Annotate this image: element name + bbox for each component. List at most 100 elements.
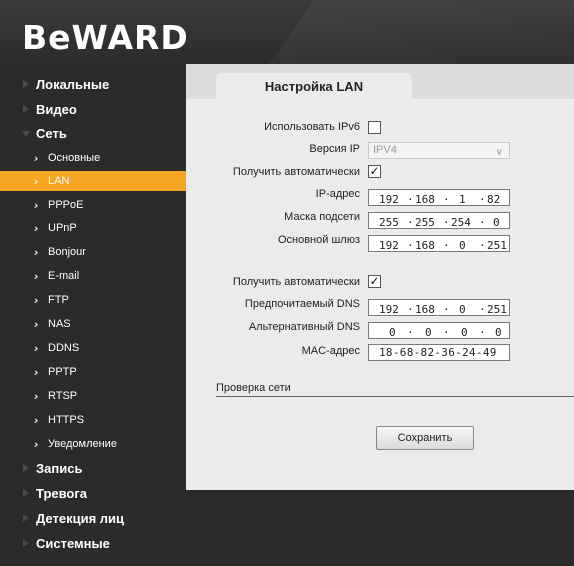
- ip-version-select[interactable]: IPV4 ∨: [368, 142, 510, 159]
- sidebar-subitem-pppoe[interactable]: › PPPoE: [0, 195, 186, 215]
- expanded-arrow-icon: [22, 131, 30, 137]
- octet-separator: ·: [479, 239, 486, 252]
- ip-version-label: Версия IP: [309, 143, 360, 155]
- use-ipv6-label: Использовать IPv6: [264, 121, 360, 133]
- sidebar-item-label: FTP: [48, 294, 69, 306]
- octet: 255: [415, 216, 435, 229]
- octet-separator: ·: [443, 303, 450, 316]
- octet-separator: ·: [479, 303, 486, 316]
- octet-separator: ·: [407, 303, 414, 316]
- sidebar-item-label: Видео: [36, 101, 77, 117]
- collapsed-arrow-icon: [23, 539, 29, 547]
- octet-separator: ·: [443, 216, 450, 229]
- alternate-dns-label: Альтернативный DNS: [248, 321, 360, 333]
- preferred-dns-input[interactable]: 192 · 168 · 0 · 251: [368, 299, 510, 316]
- octet: 0: [493, 216, 500, 229]
- octet-separator: ·: [443, 326, 450, 339]
- sidebar-item-label: Основные: [48, 152, 101, 164]
- sidebar-subitem-https[interactable]: › HTTPS: [0, 410, 186, 430]
- preferred-dns-label: Предпочитаемый DNS: [244, 298, 360, 310]
- sidebar-item-label: Уведомление: [48, 438, 117, 450]
- divider: [216, 396, 574, 397]
- octet-separator: ·: [443, 193, 450, 206]
- auto-ip-checkbox[interactable]: ✓: [368, 165, 381, 178]
- sidebar-item-label: UPnP: [48, 222, 77, 234]
- octet-separator: ·: [407, 326, 414, 339]
- chevron-down-icon: ∨: [495, 147, 503, 158]
- auto-ip-label: Получить автоматически: [232, 166, 360, 178]
- sidebar-item-system[interactable]: Системные: [0, 533, 186, 553]
- chevron-right-icon: ›: [34, 199, 39, 212]
- collapsed-arrow-icon: [23, 105, 29, 113]
- sidebar-item-label: RTSP: [48, 390, 78, 402]
- sidebar-item-local[interactable]: Локальные: [0, 74, 186, 94]
- subnet-mask-input[interactable]: 255 · 255 · 254 · 0: [368, 212, 510, 229]
- octet: 0: [389, 326, 396, 339]
- header-decoration: [257, 0, 574, 64]
- sidebar-subitem-email[interactable]: › E-mail: [0, 266, 186, 286]
- sidebar-item-label: Детекция лиц: [36, 510, 125, 526]
- sidebar-subitem-rtsp[interactable]: › RTSP: [0, 386, 186, 406]
- sidebar-item-label: Системные: [36, 535, 110, 551]
- octet: 0: [461, 326, 468, 339]
- auto-dns-checkbox[interactable]: ✓: [368, 275, 381, 288]
- use-ipv6-checkbox[interactable]: [368, 121, 381, 134]
- chevron-right-icon: ›: [34, 366, 39, 379]
- mac-address-label: MAC-адрес: [301, 345, 360, 357]
- sidebar-item-face-detection[interactable]: Детекция лиц: [0, 508, 186, 528]
- tab-lan-settings[interactable]: Настройка LAN: [216, 73, 412, 99]
- chevron-right-icon: ›: [34, 152, 39, 165]
- gateway-input[interactable]: 192 · 168 · 0 · 251: [368, 235, 510, 252]
- sidebar: Локальные Видео Сеть › Основные › LAN › …: [0, 64, 186, 566]
- sidebar-item-label: NAS: [48, 318, 71, 330]
- octet: 251: [487, 303, 507, 316]
- chevron-right-icon: ›: [34, 246, 39, 259]
- chevron-right-icon: ›: [34, 390, 39, 403]
- settings-form: Использовать IPv6 Версия IP IPV4 ∨ Получ…: [186, 99, 574, 490]
- alternate-dns-input[interactable]: 0 · 0 · 0 · 0: [368, 322, 510, 339]
- sidebar-item-label: PPTP: [48, 366, 77, 378]
- sidebar-item-record[interactable]: Запись: [0, 458, 186, 478]
- octet-separator: ·: [407, 216, 414, 229]
- octet: 0: [459, 239, 466, 252]
- main-panel: Настройка LAN Использовать IPv6 Версия I…: [186, 64, 574, 490]
- octet: 255: [379, 216, 399, 229]
- octet: 192: [379, 303, 399, 316]
- octet: 0: [425, 326, 432, 339]
- sidebar-subitem-notification[interactable]: › Уведомление: [0, 434, 186, 454]
- sidebar-subitem-ftp[interactable]: › FTP: [0, 290, 186, 310]
- sidebar-subitem-basic[interactable]: › Основные: [0, 148, 186, 168]
- octet: 168: [415, 239, 435, 252]
- collapsed-arrow-icon: [23, 489, 29, 497]
- save-button[interactable]: Сохранить: [376, 426, 474, 450]
- sidebar-item-label: DDNS: [48, 342, 80, 354]
- ip-address-input[interactable]: 192 · 168 · 1 · 82: [368, 189, 510, 206]
- brand-logo: BeWARD: [22, 18, 189, 57]
- sidebar-item-alarm[interactable]: Тревога: [0, 483, 186, 503]
- octet: 168: [415, 193, 435, 206]
- sidebar-item-label: Тревога: [36, 485, 88, 501]
- ip-version-value: IPV4: [373, 144, 397, 156]
- sidebar-subitem-pptp[interactable]: › PPTP: [0, 362, 186, 382]
- octet: 1: [459, 193, 466, 206]
- sidebar-subitem-upnp[interactable]: › UPnP: [0, 218, 186, 238]
- sidebar-item-video[interactable]: Видео: [0, 99, 186, 119]
- mac-address-field: 18-68-82-36-24-49: [368, 344, 510, 361]
- auto-dns-label: Получить автоматически: [232, 276, 360, 288]
- octet: 82: [487, 193, 501, 206]
- sidebar-item-network[interactable]: Сеть: [0, 123, 186, 143]
- chevron-right-icon: ›: [34, 414, 39, 427]
- octet: 192: [379, 193, 399, 206]
- sidebar-subitem-lan[interactable]: › LAN: [0, 171, 186, 191]
- octet-separator: ·: [479, 193, 486, 206]
- chevron-right-icon: ›: [34, 222, 39, 235]
- octet-separator: ·: [479, 326, 486, 339]
- chevron-right-icon: ›: [34, 438, 39, 451]
- sidebar-item-label: Запись: [36, 460, 83, 476]
- ip-address-label: IP-адрес: [315, 188, 360, 200]
- sidebar-subitem-nas[interactable]: › NAS: [0, 314, 186, 334]
- sidebar-subitem-ddns[interactable]: › DDNS: [0, 338, 186, 358]
- octet: 168: [415, 303, 435, 316]
- sidebar-subitem-bonjour[interactable]: › Bonjour: [0, 242, 186, 262]
- gateway-label: Основной шлюз: [277, 234, 360, 246]
